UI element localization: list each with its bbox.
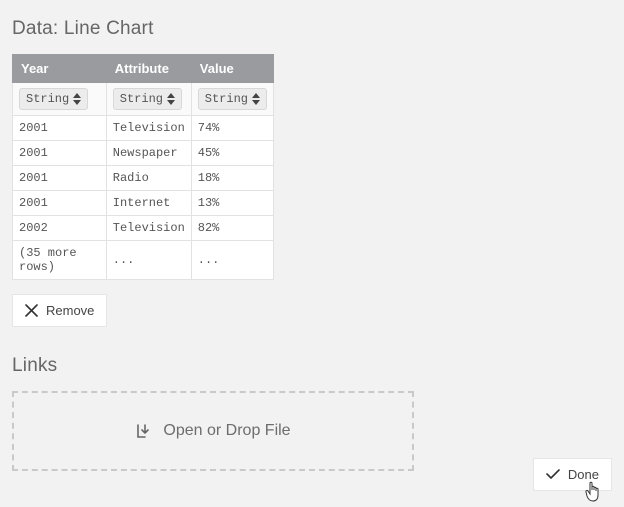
table-header-row: Year Attribute Value — [13, 55, 274, 83]
col-header-year[interactable]: Year — [13, 55, 107, 83]
type-selector-attribute[interactable]: String — [113, 88, 182, 110]
links-section-title: Links — [12, 355, 612, 377]
type-row: String String String — [13, 83, 274, 116]
done-label: Done — [568, 467, 599, 482]
remove-button[interactable]: Remove — [12, 294, 107, 327]
table-row[interactable]: 2001 Internet 13% — [13, 191, 274, 216]
cell-value: 13% — [191, 191, 273, 216]
dropzone-label: Open or Drop File — [163, 422, 290, 440]
more-label: (35 more rows) — [13, 241, 107, 280]
col-header-value[interactable]: Value — [191, 55, 273, 83]
data-section-title: Data: Line Chart — [12, 18, 612, 40]
cell-year: 2001 — [13, 141, 107, 166]
more-ellipsis: ... — [191, 241, 273, 280]
close-icon — [25, 304, 38, 317]
cell-attribute: Newspaper — [106, 141, 191, 166]
col-header-attribute[interactable]: Attribute — [106, 55, 191, 83]
cell-year: 2002 — [13, 216, 107, 241]
check-icon — [546, 469, 560, 480]
done-button[interactable]: Done — [533, 458, 612, 491]
type-selector-year[interactable]: String — [19, 88, 88, 110]
cell-attribute: Television — [106, 216, 191, 241]
type-label: String — [205, 92, 248, 106]
table-more-row[interactable]: (35 more rows) ... ... — [13, 241, 274, 280]
table-row[interactable]: 2001 Radio 18% — [13, 166, 274, 191]
cell-attribute: Internet — [106, 191, 191, 216]
cell-year: 2001 — [13, 116, 107, 141]
cell-value: 18% — [191, 166, 273, 191]
cell-value: 45% — [191, 141, 273, 166]
type-selector-value[interactable]: String — [198, 88, 267, 110]
cell-year: 2001 — [13, 191, 107, 216]
cell-value: 82% — [191, 216, 273, 241]
dropzone-open-file[interactable]: Open or Drop File — [12, 391, 414, 471]
sort-icon — [252, 93, 260, 105]
table-row[interactable]: 2002 Television 82% — [13, 216, 274, 241]
remove-label: Remove — [46, 303, 94, 318]
sort-icon — [167, 93, 175, 105]
type-label: String — [120, 92, 163, 106]
type-label: String — [26, 92, 69, 106]
sort-icon — [73, 93, 81, 105]
table-row[interactable]: 2001 Television 74% — [13, 116, 274, 141]
data-table: Year Attribute Value String String — [12, 54, 274, 280]
import-icon — [135, 422, 153, 440]
cell-attribute: Television — [106, 116, 191, 141]
more-ellipsis: ... — [106, 241, 191, 280]
cell-attribute: Radio — [106, 166, 191, 191]
table-row[interactable]: 2001 Newspaper 45% — [13, 141, 274, 166]
cell-year: 2001 — [13, 166, 107, 191]
cell-value: 74% — [191, 116, 273, 141]
